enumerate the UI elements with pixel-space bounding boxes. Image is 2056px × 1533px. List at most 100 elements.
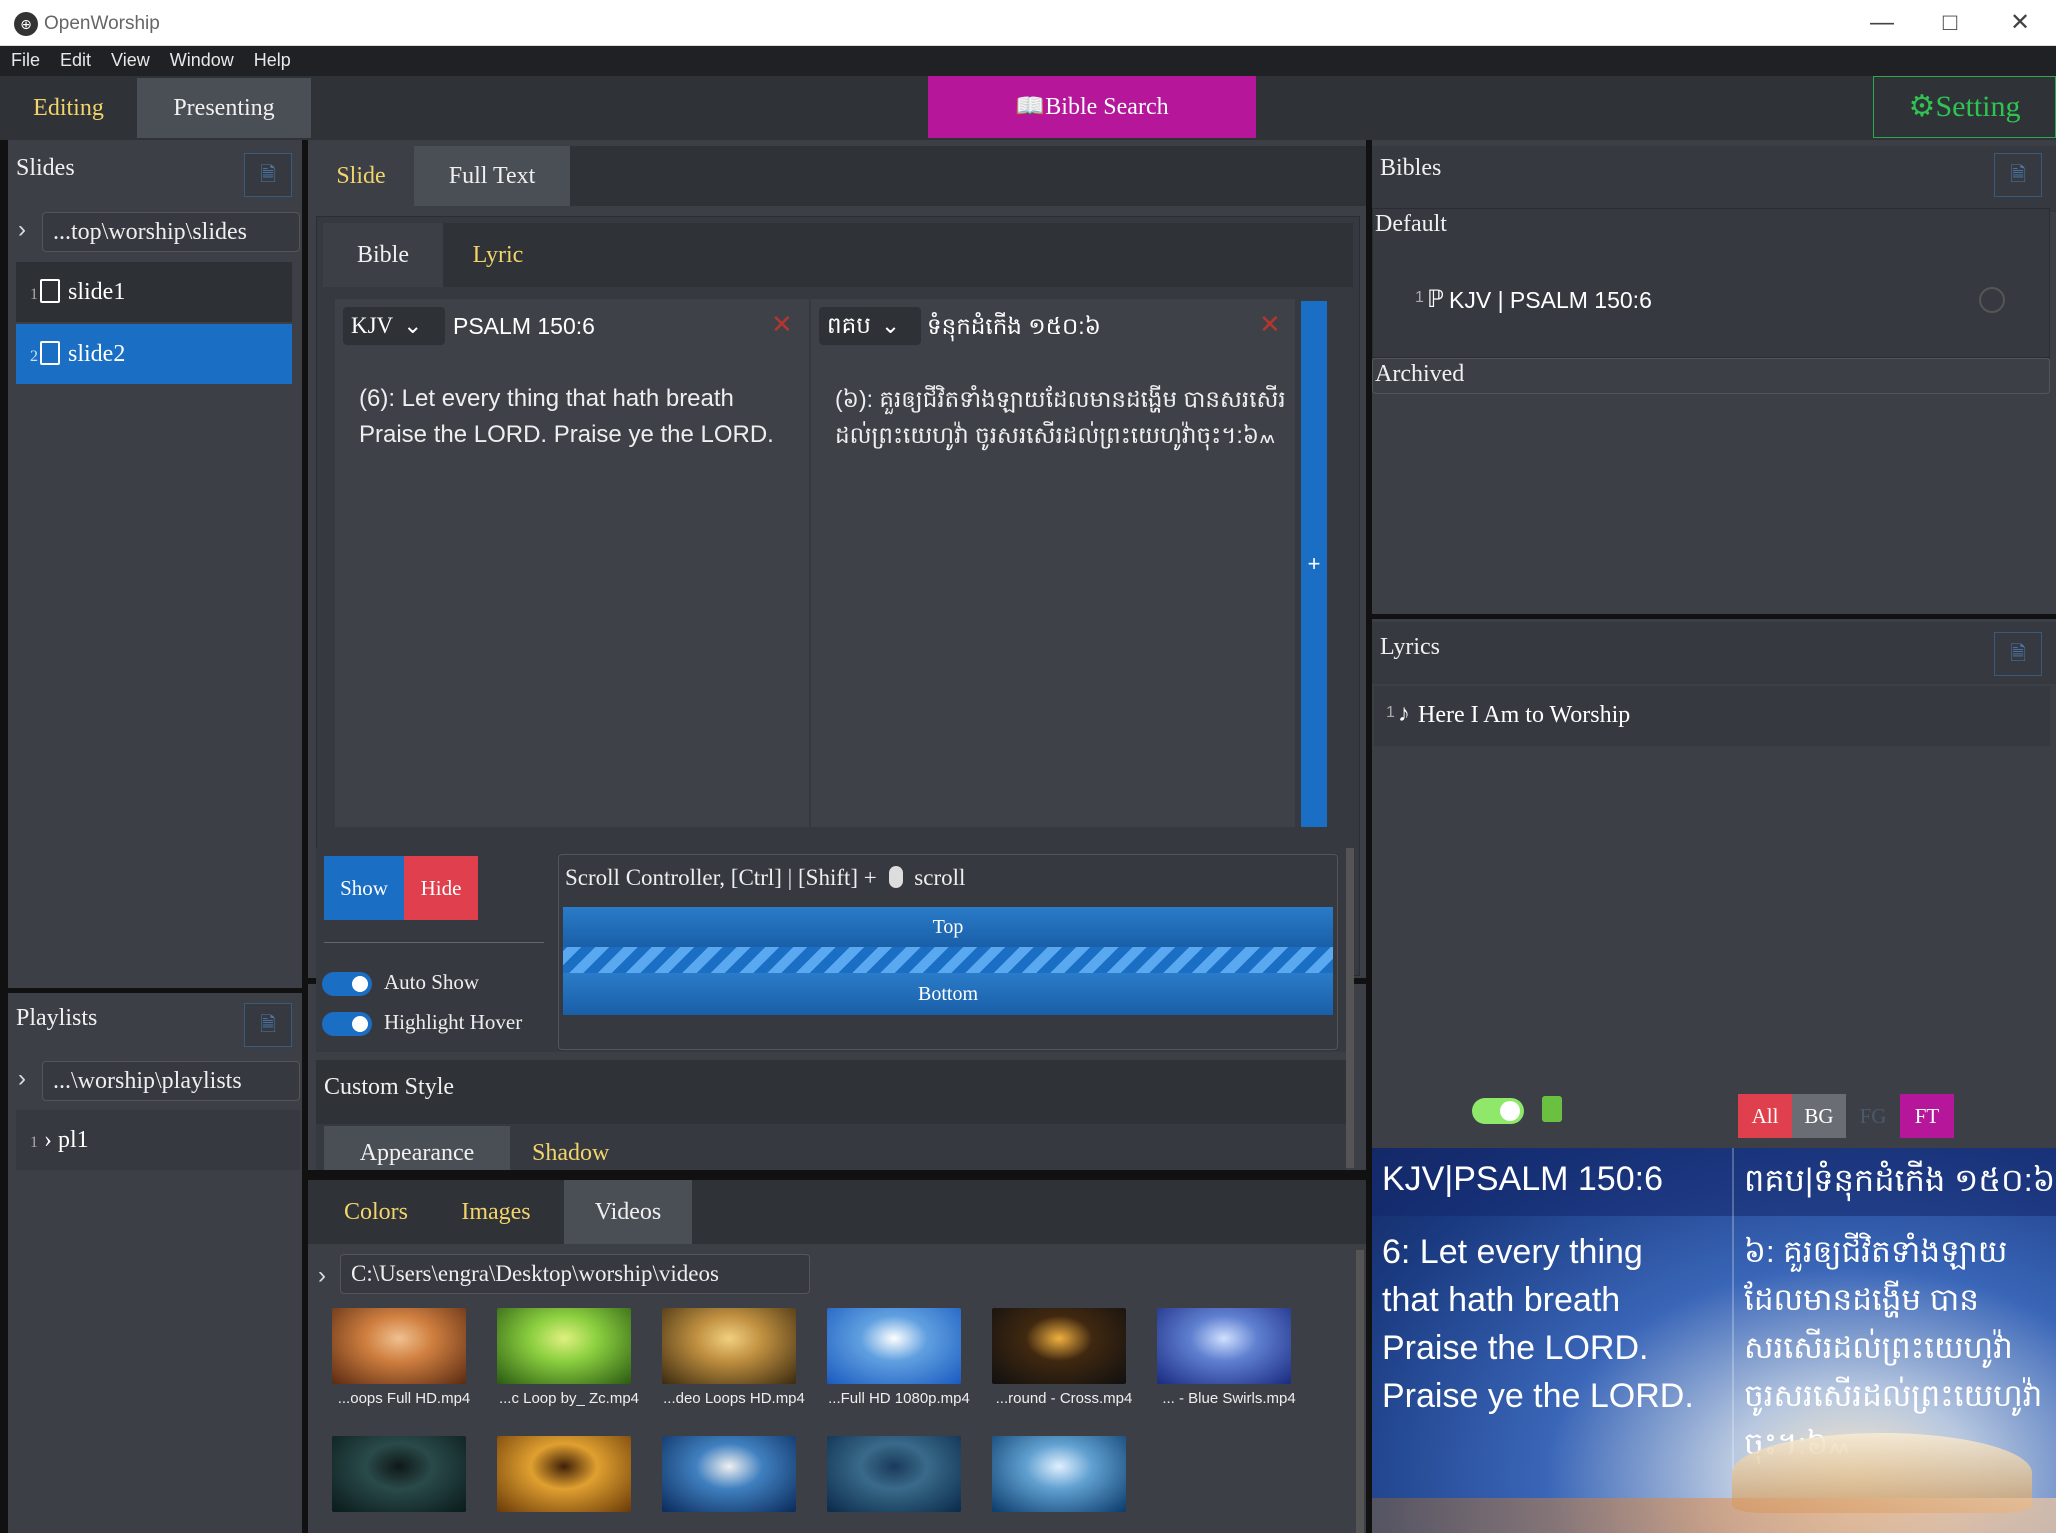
menu-file[interactable]: File	[0, 46, 49, 71]
verse-text[interactable]: (6): Let every thing that hath breath Pr…	[359, 381, 799, 453]
verse-reference[interactable]: PSALM 150:6	[453, 313, 595, 340]
book-icon: 📖	[1015, 94, 1046, 120]
radio-icon[interactable]	[1979, 287, 2005, 313]
maximize-icon[interactable]: □	[1920, 4, 1980, 42]
tab-videos[interactable]: Videos	[564, 1180, 692, 1244]
menu-window[interactable]: Window	[159, 46, 243, 71]
video-item[interactable]	[489, 1428, 649, 1533]
right-column: Bibles 🗎 Default 1 ℙ KJV | PSALM 150:6 A…	[1372, 140, 2056, 1533]
scroll-top-button[interactable]: Top	[563, 907, 1333, 947]
preview-screen[interactable]: KJV|PSALM 150:6 ពគប|ទំនុកដំកើង ១៥០:៦ 6: …	[1372, 1148, 2056, 1533]
video-item[interactable]: ...round - Cross.mp4	[984, 1300, 1144, 1420]
version-select[interactable]: KJV ⌄	[343, 307, 445, 345]
menu-help[interactable]: Help	[243, 46, 300, 71]
tab-editing[interactable]: Editing	[0, 78, 137, 138]
lyrics-header	[1372, 622, 2056, 684]
custom-style-panel: Custom Style Appearance Shadow	[316, 1060, 1346, 1170]
menu-bar: File Edit View Window Help	[0, 46, 2056, 76]
tab-slide[interactable]: Slide	[308, 146, 414, 206]
screen-icon[interactable]	[1542, 1096, 1562, 1122]
hide-button[interactable]: Hide	[404, 856, 478, 920]
close-icon[interactable]: ✕	[1259, 309, 1281, 340]
video-item[interactable]	[654, 1428, 814, 1533]
lyric-item-number: 1	[1386, 704, 1395, 721]
video-thumbnail	[827, 1308, 961, 1384]
video-item[interactable]	[819, 1428, 979, 1533]
video-grid: ...oops Full HD.mp4 ...c Loop by_ Zc.mp4.…	[324, 1300, 1334, 1533]
title-bar: ⊕ OpenWorship — □ ✕	[0, 0, 2056, 46]
tab-full-text[interactable]: Full Text	[414, 146, 570, 206]
tab-images[interactable]: Images	[436, 1180, 556, 1244]
close-icon[interactable]: ✕	[771, 309, 793, 340]
menu-view[interactable]: View	[100, 46, 159, 71]
panel-divider[interactable]	[1372, 614, 2056, 619]
preview-line: that hath breath	[1382, 1281, 1621, 1319]
window-title: OpenWorship	[44, 13, 160, 34]
show-button[interactable]: Show	[324, 856, 404, 920]
scroll-bottom-button[interactable]: Bottom	[563, 973, 1333, 1015]
video-item[interactable]: ...c Loop by_ Zc.mp4	[489, 1300, 649, 1420]
verse-reference[interactable]: ទំនុកដំកើង ១៥០:៦	[927, 313, 1101, 346]
video-item[interactable]: ... - Blue Swirls.mp4	[1149, 1300, 1309, 1420]
slides-add-file-button[interactable]: 🗎	[244, 153, 292, 197]
bible-item-1[interactable]: 1 ℙ KJV | PSALM 150:6	[1405, 271, 2015, 333]
tab-shadow[interactable]: Shadow	[532, 1140, 609, 1167]
tab-lyric[interactable]: Lyric	[443, 223, 553, 287]
scrollbar[interactable]	[1356, 1250, 1364, 1533]
video-label: ...round - Cross.mp4	[995, 1390, 1133, 1407]
auto-show-toggle[interactable]	[322, 972, 372, 996]
playlist-item-1[interactable]: 1 › pl1	[16, 1110, 300, 1170]
video-item[interactable]: ...Full HD 1080p.mp4	[819, 1300, 979, 1420]
panel-divider[interactable]	[308, 1170, 1366, 1180]
video-item[interactable]	[324, 1428, 484, 1533]
lyrics-add-file-button[interactable]: 🗎	[1994, 632, 2042, 676]
scrollbar[interactable]	[1346, 848, 1354, 1168]
video-item[interactable]	[984, 1428, 1144, 1533]
bookmark-icon: ℙ	[1427, 286, 1444, 313]
archived-label: Archived	[1375, 361, 1465, 387]
bible-search-button[interactable]: 📖Bible Search	[928, 76, 1256, 138]
chevron-right-icon[interactable]: ›	[318, 1262, 326, 1290]
slide-item-2[interactable]: 2 slide2	[16, 324, 292, 384]
archived-group[interactable]: Archived	[1372, 358, 2050, 394]
chevron-right-icon[interactable]: ›	[18, 216, 26, 244]
add-column-button[interactable]: +	[1301, 301, 1327, 827]
highlight-hover-toggle[interactable]	[322, 1012, 372, 1036]
playlists-path[interactable]: ...\worship\playlists	[42, 1061, 300, 1101]
background-tabbar: Colors Images Videos	[308, 1180, 1366, 1244]
tab-colors[interactable]: Colors	[316, 1180, 436, 1244]
scroll-progress-bar[interactable]	[563, 947, 1333, 973]
preview-line: 6: Let every thing	[1382, 1233, 1643, 1271]
verse-line: ដល់ព្រះយេហូវ៉ា ចូរសរសើរដល់ព្រះយេហូវ៉ាចុះ…	[835, 422, 1276, 448]
bibles-title: Bibles	[1380, 155, 1442, 181]
video-thumbnail	[332, 1436, 466, 1512]
slide-item-1[interactable]: 1 slide1	[16, 262, 292, 322]
tab-presenting[interactable]: Presenting	[137, 78, 311, 138]
highlight-hover-label: Highlight Hover	[384, 1010, 523, 1034]
preview-all-button[interactable]: All	[1738, 1094, 1792, 1138]
tab-bible[interactable]: Bible	[323, 223, 443, 287]
panel-divider[interactable]	[8, 988, 302, 993]
verse-line: (6): Let every thing that hath breath	[359, 385, 734, 412]
version-select[interactable]: ពគប ⌄	[819, 307, 921, 345]
bibles-add-file-button[interactable]: 🗎	[1994, 153, 2042, 197]
playlists-add-file-button[interactable]: 🗎	[244, 1003, 292, 1047]
slides-path[interactable]: ...top\worship\slides	[42, 212, 300, 252]
videos-path[interactable]: C:\Users\engra\Desktop\worship\videos	[340, 1254, 810, 1294]
verse-text[interactable]: (៦): គួរឲ្យជីវិតទាំងឡាយដែលមានដង្ហើម បានស…	[835, 381, 1291, 453]
setting-button[interactable]: ⚙Setting	[1873, 76, 2056, 138]
minimize-icon[interactable]: —	[1852, 4, 1912, 42]
preview-fg-button[interactable]: FG	[1846, 1094, 1900, 1138]
preview-ft-button[interactable]: FT	[1900, 1094, 1954, 1138]
video-item[interactable]: ...deo Loops HD.mp4	[654, 1300, 814, 1420]
slide-number: 2	[30, 348, 38, 365]
chevron-right-icon[interactable]: ›	[18, 1065, 26, 1093]
lyric-item-1[interactable]: 1 ♪ Here I Am to Worship	[1374, 686, 2050, 746]
close-icon[interactable]: ✕	[1990, 4, 2050, 42]
preview-line: Praise the LORD.	[1382, 1329, 1649, 1367]
menu-edit[interactable]: Edit	[49, 46, 100, 71]
video-item[interactable]: ...oops Full HD.mp4	[324, 1300, 484, 1420]
preview-toggle[interactable]	[1472, 1098, 1524, 1124]
tab-appearance[interactable]: Appearance	[324, 1126, 510, 1170]
preview-bg-button[interactable]: BG	[1792, 1094, 1846, 1138]
